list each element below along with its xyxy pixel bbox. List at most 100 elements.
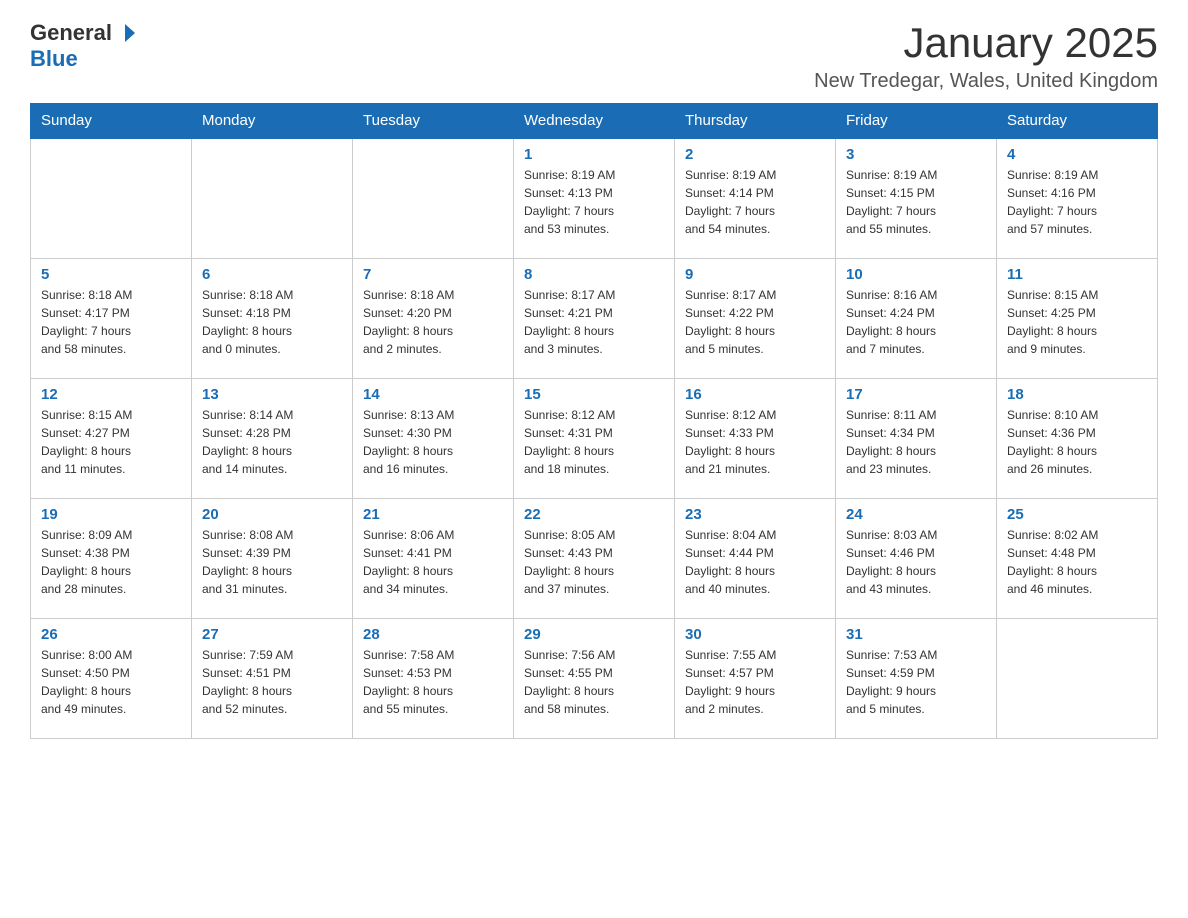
calendar-day-header: Monday [192, 104, 353, 139]
day-number: 27 [202, 626, 342, 643]
calendar-cell: 7 Sunrise: 8:18 AM Sunset: 4:20 PM Daylig… [353, 258, 514, 378]
day-number: 19 [41, 506, 181, 523]
calendar-cell: 12Sunrise: 8:15 AM Sunset: 4:27 PM Dayli… [31, 378, 192, 498]
day-number: 22 [524, 506, 664, 523]
day-number: 18 [1007, 386, 1147, 403]
day-number: 7 [363, 266, 503, 283]
calendar-cell: 10 Sunrise: 8:16 AM Sunset: 4:24 PM Dayli… [836, 258, 997, 378]
calendar-week-row: 19Sunrise: 8:09 AM Sunset: 4:38 PM Dayli… [31, 498, 1158, 618]
day-number: 17 [846, 386, 986, 403]
day-number: 31 [846, 626, 986, 643]
day-info: Sunrise: 8:11 AM Sunset: 4:34 PM Dayligh… [846, 406, 986, 478]
calendar-cell: 19Sunrise: 8:09 AM Sunset: 4:38 PM Dayli… [31, 498, 192, 618]
day-info: Sunrise: 7:55 AM Sunset: 4:57 PM Dayligh… [685, 646, 825, 718]
day-number: 10 [846, 266, 986, 283]
day-number: 1 [524, 146, 664, 163]
calendar-cell: 14 Sunrise: 8:13 AM Sunset: 4:30 PM Dayli… [353, 378, 514, 498]
calendar-cell: 6 Sunrise: 8:18 AM Sunset: 4:18 PM Daylig… [192, 258, 353, 378]
calendar-cell: 16 Sunrise: 8:12 AM Sunset: 4:33 PM Dayli… [675, 378, 836, 498]
calendar-cell [192, 138, 353, 258]
day-number: 5 [41, 266, 181, 283]
day-number: 13 [202, 386, 342, 403]
day-info: Sunrise: 8:16 AM Sunset: 4:24 PM Dayligh… [846, 286, 986, 358]
calendar-cell: 28 Sunrise: 7:58 AM Sunset: 4:53 PM Dayli… [353, 618, 514, 738]
day-number: 2 [685, 146, 825, 163]
day-info: Sunrise: 8:19 AM Sunset: 4:16 PM Dayligh… [1007, 166, 1147, 238]
day-info: Sunrise: 8:14 AM Sunset: 4:28 PM Dayligh… [202, 406, 342, 478]
day-number: 25 [1007, 506, 1147, 523]
day-number: 14 [363, 386, 503, 403]
day-info: Sunrise: 8:12 AM Sunset: 4:33 PM Dayligh… [685, 406, 825, 478]
calendar-cell: 22Sunrise: 8:05 AM Sunset: 4:43 PM Dayli… [514, 498, 675, 618]
day-info: Sunrise: 8:18 AM Sunset: 4:18 PM Dayligh… [202, 286, 342, 358]
calendar-day-header: Friday [836, 104, 997, 139]
calendar-cell: 23 Sunrise: 8:04 AM Sunset: 4:44 PM Dayli… [675, 498, 836, 618]
calendar-cell: 17 Sunrise: 8:11 AM Sunset: 4:34 PM Dayli… [836, 378, 997, 498]
month-title: January 2025 [814, 20, 1158, 66]
day-number: 11 [1007, 266, 1147, 283]
calendar-week-row: 1 Sunrise: 8:19 AM Sunset: 4:13 PM Daylig… [31, 138, 1158, 258]
calendar-cell: 3 Sunrise: 8:19 AM Sunset: 4:15 PM Daylig… [836, 138, 997, 258]
logo-flag-icon [114, 22, 136, 44]
calendar-cell: 1 Sunrise: 8:19 AM Sunset: 4:13 PM Daylig… [514, 138, 675, 258]
calendar-cell [997, 618, 1158, 738]
day-number: 30 [685, 626, 825, 643]
day-info: Sunrise: 8:13 AM Sunset: 4:30 PM Dayligh… [363, 406, 503, 478]
day-number: 12 [41, 386, 181, 403]
calendar-cell: 18 Sunrise: 8:10 AM Sunset: 4:36 PM Dayli… [997, 378, 1158, 498]
day-info: Sunrise: 7:56 AM Sunset: 4:55 PM Dayligh… [524, 646, 664, 718]
day-number: 20 [202, 506, 342, 523]
calendar-week-row: 5 Sunrise: 8:18 AM Sunset: 4:17 PM Daylig… [31, 258, 1158, 378]
day-number: 16 [685, 386, 825, 403]
calendar-cell [353, 138, 514, 258]
page-header: General Blue January 2025 New Tredegar, … [30, 20, 1158, 93]
day-number: 28 [363, 626, 503, 643]
calendar-cell: 11 Sunrise: 8:15 AM Sunset: 4:25 PM Dayli… [997, 258, 1158, 378]
day-info: Sunrise: 7:58 AM Sunset: 4:53 PM Dayligh… [363, 646, 503, 718]
day-info: Sunrise: 8:04 AM Sunset: 4:44 PM Dayligh… [685, 526, 825, 598]
day-info: Sunrise: 8:02 AM Sunset: 4:48 PM Dayligh… [1007, 526, 1147, 598]
day-info: Sunrise: 8:19 AM Sunset: 4:14 PM Dayligh… [685, 166, 825, 238]
calendar-cell: 25 Sunrise: 8:02 AM Sunset: 4:48 PM Dayli… [997, 498, 1158, 618]
day-info: Sunrise: 8:15 AM Sunset: 4:25 PM Dayligh… [1007, 286, 1147, 358]
calendar-cell: 27Sunrise: 7:59 AM Sunset: 4:51 PM Dayli… [192, 618, 353, 738]
calendar-cell: 5 Sunrise: 8:18 AM Sunset: 4:17 PM Daylig… [31, 258, 192, 378]
day-info: Sunrise: 8:18 AM Sunset: 4:17 PM Dayligh… [41, 286, 181, 358]
day-info: Sunrise: 8:00 AM Sunset: 4:50 PM Dayligh… [41, 646, 181, 718]
day-info: Sunrise: 8:18 AM Sunset: 4:20 PM Dayligh… [363, 286, 503, 358]
location-title: New Tredegar, Wales, United Kingdom [814, 70, 1158, 93]
day-number: 4 [1007, 146, 1147, 163]
day-info: Sunrise: 8:19 AM Sunset: 4:13 PM Dayligh… [524, 166, 664, 238]
calendar-cell: 15 Sunrise: 8:12 AM Sunset: 4:31 PM Dayli… [514, 378, 675, 498]
calendar-week-row: 12Sunrise: 8:15 AM Sunset: 4:27 PM Dayli… [31, 378, 1158, 498]
calendar-cell: 13 Sunrise: 8:14 AM Sunset: 4:28 PM Dayli… [192, 378, 353, 498]
day-info: Sunrise: 8:19 AM Sunset: 4:15 PM Dayligh… [846, 166, 986, 238]
day-number: 26 [41, 626, 181, 643]
calendar-table: SundayMondayTuesdayWednesdayThursdayFrid… [30, 103, 1158, 739]
calendar-cell: 20 Sunrise: 8:08 AM Sunset: 4:39 PM Dayli… [192, 498, 353, 618]
day-number: 8 [524, 266, 664, 283]
day-number: 6 [202, 266, 342, 283]
calendar-cell: 31Sunrise: 7:53 AM Sunset: 4:59 PM Dayli… [836, 618, 997, 738]
calendar-cell: 26 Sunrise: 8:00 AM Sunset: 4:50 PM Dayli… [31, 618, 192, 738]
day-number: 23 [685, 506, 825, 523]
day-info: Sunrise: 8:10 AM Sunset: 4:36 PM Dayligh… [1007, 406, 1147, 478]
calendar-cell: 21Sunrise: 8:06 AM Sunset: 4:41 PM Dayli… [353, 498, 514, 618]
logo-blue-text: Blue [30, 46, 78, 71]
calendar-day-header: Wednesday [514, 104, 675, 139]
title-block: January 2025 New Tredegar, Wales, United… [814, 20, 1158, 93]
logo: General Blue [30, 20, 136, 72]
calendar-cell: 4 Sunrise: 8:19 AM Sunset: 4:16 PM Daylig… [997, 138, 1158, 258]
day-info: Sunrise: 8:03 AM Sunset: 4:46 PM Dayligh… [846, 526, 986, 598]
calendar-cell: 29Sunrise: 7:56 AM Sunset: 4:55 PM Dayli… [514, 618, 675, 738]
day-info: Sunrise: 8:12 AM Sunset: 4:31 PM Dayligh… [524, 406, 664, 478]
day-number: 3 [846, 146, 986, 163]
calendar-cell: 8Sunrise: 8:17 AM Sunset: 4:21 PM Daylig… [514, 258, 675, 378]
day-info: Sunrise: 8:06 AM Sunset: 4:41 PM Dayligh… [363, 526, 503, 598]
day-info: Sunrise: 8:08 AM Sunset: 4:39 PM Dayligh… [202, 526, 342, 598]
day-number: 9 [685, 266, 825, 283]
day-number: 15 [524, 386, 664, 403]
calendar-week-row: 26 Sunrise: 8:00 AM Sunset: 4:50 PM Dayli… [31, 618, 1158, 738]
day-info: Sunrise: 8:17 AM Sunset: 4:22 PM Dayligh… [685, 286, 825, 358]
calendar-cell: 30 Sunrise: 7:55 AM Sunset: 4:57 PM Dayli… [675, 618, 836, 738]
